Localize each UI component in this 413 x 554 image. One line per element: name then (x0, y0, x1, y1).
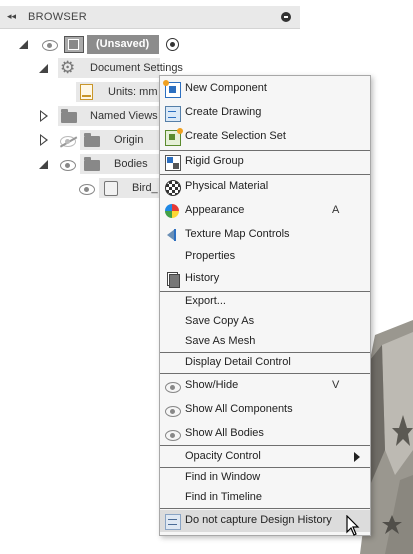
menu-item-display-detail-control[interactable]: Display Detail Control (160, 353, 370, 373)
menu-item-find-in-timeline[interactable]: Find in Timeline (160, 488, 370, 508)
expand-toggle-icon[interactable] (40, 134, 48, 146)
appearance-icon (165, 204, 179, 218)
shortcut-label: V (332, 379, 340, 391)
collapse-panel-icon[interactable]: ◂◂ (7, 11, 16, 22)
menu-item-history[interactable]: History (160, 269, 370, 289)
menu-item-appearance[interactable]: Appearance A (160, 201, 370, 221)
menu-item-label: Export... (185, 295, 226, 307)
hidden-eye-icon[interactable] (60, 136, 76, 147)
menu-item-label: Show/Hide (185, 379, 239, 391)
document-settings-label: Document Settings (90, 62, 183, 74)
expand-toggle-icon[interactable] (39, 160, 48, 169)
menu-item-show-hide[interactable]: Show/Hide V (160, 376, 370, 396)
menu-separator (160, 445, 370, 446)
folder-icon (61, 109, 77, 123)
menu-separator (160, 174, 370, 175)
menu-item-do-not-capture-design-history[interactable]: Do not capture Design History (160, 510, 370, 532)
browser-panel-header: ◂◂ BROWSER (0, 6, 300, 29)
menu-item-label: Create Selection Set (185, 130, 286, 142)
named-views-label: Named Views (90, 110, 158, 122)
menu-item-label: Texture Map Controls (185, 228, 290, 240)
menu-item-label: Find in Timeline (185, 491, 263, 503)
mouse-cursor-icon (346, 515, 360, 536)
menu-item-save-as-mesh[interactable]: Save As Mesh (160, 332, 370, 352)
menu-item-label: Rigid Group (185, 155, 244, 167)
physical-material-icon (165, 180, 181, 196)
menu-item-properties[interactable]: Properties (160, 247, 370, 267)
menu-item-label: Create Drawing (185, 106, 262, 118)
eye-icon (165, 382, 181, 393)
menu-item-rigid-group[interactable]: Rigid Group (160, 152, 370, 172)
menu-item-create-drawing[interactable]: Create Drawing (160, 103, 370, 123)
menu-item-opacity-control[interactable]: Opacity Control (160, 447, 370, 467)
rigid-group-icon (165, 155, 181, 171)
menu-separator (160, 508, 370, 509)
expand-toggle-icon[interactable] (19, 40, 28, 49)
menu-item-label: Appearance (185, 204, 245, 216)
menu-separator (160, 373, 370, 374)
texture-map-icon (165, 228, 177, 242)
origin-label: Origin (114, 134, 144, 146)
folder-icon (84, 157, 100, 171)
body-icon (104, 181, 118, 196)
menu-item-create-selection-set[interactable]: Create Selection Set (160, 127, 370, 147)
component-icon (64, 36, 84, 53)
units-label: Units: mm (108, 86, 158, 98)
menu-item-label: Save As Mesh (185, 335, 256, 347)
menu-item-label: Save Copy As (185, 315, 255, 327)
menu-separator (160, 150, 370, 151)
eye-icon (165, 406, 181, 417)
eye-icon (165, 430, 181, 441)
context-menu: New Component Create Drawing Create Sele… (159, 75, 371, 536)
menu-item-label: Show All Bodies (185, 427, 264, 439)
menu-item-new-component[interactable]: New Component (160, 79, 370, 99)
visibility-eye-icon[interactable] (42, 40, 58, 51)
units-doc-icon (80, 84, 93, 100)
menu-item-physical-material[interactable]: Physical Material (160, 177, 370, 197)
menu-item-label: Properties (185, 250, 236, 262)
new-component-icon (163, 80, 181, 98)
folder-icon (84, 133, 100, 147)
design-history-icon (165, 514, 181, 530)
visibility-eye-icon[interactable] (60, 160, 76, 171)
menu-item-show-all-components[interactable]: Show All Components (160, 400, 370, 420)
history-icon (165, 272, 180, 288)
menu-item-export[interactable]: Export... (160, 292, 370, 312)
shortcut-label: A (332, 204, 340, 216)
menu-item-label: Physical Material (185, 180, 269, 192)
expand-toggle-icon[interactable] (40, 110, 48, 122)
menu-item-label: Do not capture Design History (185, 514, 332, 526)
menu-item-label: Opacity Control (185, 450, 261, 462)
menu-item-label: New Component (185, 82, 267, 94)
menu-item-show-all-bodies[interactable]: Show All Bodies (160, 424, 370, 444)
selection-set-icon (165, 128, 183, 146)
expand-toggle-icon[interactable] (39, 64, 48, 73)
activate-radio-icon[interactable] (166, 38, 179, 51)
menu-item-find-in-window[interactable]: Find in Window (160, 468, 370, 488)
menu-item-texture-map-controls[interactable]: Texture Map Controls (160, 225, 370, 245)
menu-item-save-copy-as[interactable]: Save Copy As (160, 312, 370, 332)
bodies-label: Bodies (114, 158, 148, 170)
create-drawing-icon (165, 106, 181, 122)
menu-item-label: Show All Components (185, 403, 293, 415)
root-component-label: (Unsaved) (96, 38, 150, 50)
browser-title: BROWSER (28, 11, 87, 23)
menu-item-label: Find in Window (185, 471, 261, 483)
visibility-eye-icon[interactable] (79, 184, 95, 195)
body-item-label: Bird_ (132, 182, 158, 194)
pin-icon[interactable] (281, 12, 291, 22)
submenu-arrow-icon (354, 452, 360, 462)
gear-icon: ⚙ (60, 58, 76, 77)
menu-item-label: History (185, 272, 220, 284)
menu-item-label: Display Detail Control (185, 356, 291, 368)
